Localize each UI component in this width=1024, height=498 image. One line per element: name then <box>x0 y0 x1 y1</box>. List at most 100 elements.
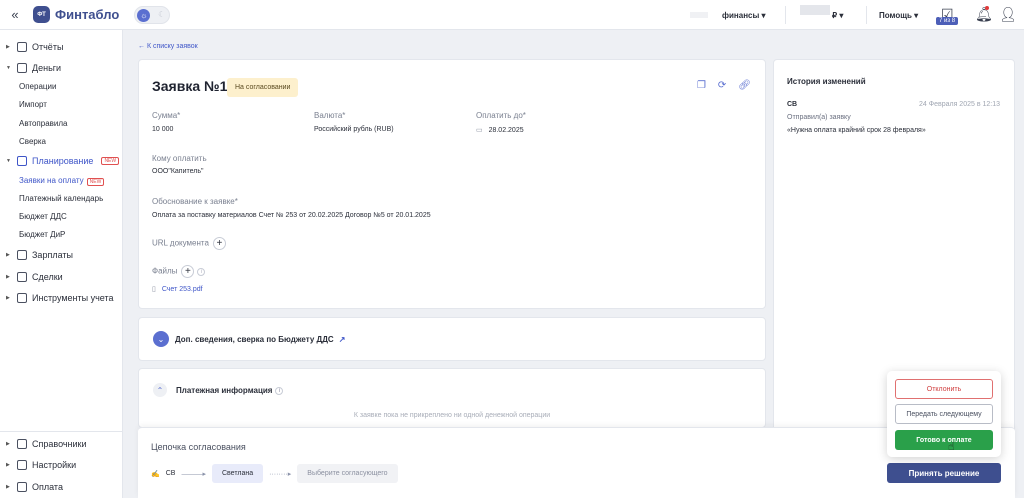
sidebar-item-tools[interactable]: ▶ Инструменты учета <box>6 293 114 303</box>
divider <box>785 6 786 24</box>
info-icon: i <box>275 386 284 395</box>
settings-icon <box>17 460 27 470</box>
sidebar-item-label: Отчёты <box>32 42 64 52</box>
finance-dropdown[interactable]: финансы ▾ <box>722 11 766 20</box>
sidebar-sub-import[interactable]: Импорт <box>19 100 47 109</box>
reason-value[interactable]: Оплата за поставку материалов Счет № 253… <box>152 212 431 219</box>
sidebar-item-label: Зарплаты <box>32 250 73 260</box>
chain-step-approver[interactable]: Светлана <box>211 464 264 483</box>
amount-label: Сумма* <box>152 111 181 120</box>
sidebar-sub-operations[interactable]: Операции <box>19 82 56 91</box>
reports-icon <box>17 42 27 52</box>
planning-icon <box>17 156 27 166</box>
currency-dropdown[interactable]: ₽ ▾ <box>832 11 843 20</box>
decision-menu: Отклонить Передать следующему Готово к о… <box>887 371 1001 457</box>
approval-chain-title: Цепочка согласования <box>151 442 246 452</box>
sidebar-sub-autorules[interactable]: Автоправила <box>19 119 68 128</box>
chevron-up-icon[interactable]: ⌃ <box>153 383 167 397</box>
deals-icon <box>17 272 27 282</box>
sidebar-sub-payment-calendar[interactable]: Платежный календарь <box>19 194 103 203</box>
theme-toggle[interactable]: ☼ ☾ <box>134 5 171 24</box>
hand-cursor-icon: ☝︎ <box>948 441 955 453</box>
payment-info-section: ⌃ Платежная информация i К заявке пока не… <box>138 368 766 428</box>
request-card: Заявка №1 На согласовании ❐ ⟳ 🔗︎ Сумма* … <box>138 59 766 309</box>
logo[interactable]: ФТ Финтабло <box>33 6 119 23</box>
payment-info-title: Платежная информация i <box>176 386 284 395</box>
sidebar-item-money[interactable]: ▼ Деньги <box>6 63 61 73</box>
payment-info-label: Платежная информация <box>176 386 273 395</box>
currency-label: Валюта* <box>314 111 346 120</box>
refresh-icon[interactable]: ⟳ <box>718 80 726 91</box>
sidebar-sub-payment-requests[interactable]: Заявки на оплату NEW <box>19 176 105 186</box>
directories-icon <box>17 439 27 449</box>
notification-dot <box>985 6 989 10</box>
reason-label: Обоснование к заявке* <box>152 197 238 206</box>
status-badge: На согласовании <box>227 78 299 97</box>
approval-chain-bar: Цепочка согласования ✍ СВ ———▸ Светлана … <box>138 427 1015 498</box>
payment-empty-text: К заявке пока не прикреплено ни одной де… <box>353 412 551 419</box>
currency-value[interactable]: Российский рубль (RUB) <box>314 126 394 133</box>
card-actions: ❐ ⟳ 🔗︎ <box>697 80 751 91</box>
external-link-icon[interactable]: ↗ <box>339 335 346 344</box>
extra-info-label: Доп. сведения, сверка по Бюджету ДДС <box>175 335 334 344</box>
sidebar-item-label: Планирование <box>32 156 94 166</box>
sidebar-item-label: Сделки <box>32 272 63 282</box>
user-icon[interactable]: 👤︎ <box>999 6 1017 23</box>
sidebar-sub-label: Заявки на оплату <box>19 176 84 185</box>
moon-icon: ☾ <box>158 9 166 19</box>
add-file-button[interactable]: + <box>181 265 195 278</box>
chevron-right-icon: ▶ <box>6 252 10 258</box>
back-to-list-link[interactable]: ← К списку заявок <box>138 43 198 50</box>
help-dropdown[interactable]: Помощь ▾ <box>879 11 918 20</box>
add-url-button[interactable]: + <box>212 237 226 250</box>
link-icon[interactable]: 🔗︎ <box>738 80 751 91</box>
sidebar-item-deals[interactable]: ▶ Сделки <box>6 272 63 282</box>
sidebar-sub-reconcile[interactable]: Сверка <box>19 137 46 146</box>
sidebar-sub-cashflow-budget[interactable]: Бюджет ДДС <box>19 212 67 221</box>
reject-button[interactable]: Отклонить <box>895 379 993 399</box>
sun-icon: ☼ <box>137 8 151 22</box>
copy-icon[interactable]: ❐ <box>697 80 706 91</box>
divider <box>0 431 123 432</box>
top-bar: « ФТ Финтабло ☼ ☾ <box>0 0 1024 30</box>
forward-button[interactable]: Передать следующему <box>895 404 993 424</box>
extra-info-section[interactable]: ⌄ Доп. сведения, сверка по Бюджету ДДС ↗ <box>138 317 766 361</box>
sidebar-sub-pl-budget[interactable]: Бюджет ДиР <box>19 230 65 239</box>
chevron-right-icon: ▶ <box>6 44 10 50</box>
pay-until-field[interactable]: ▭ 28.02.2025 <box>476 126 524 134</box>
sidebar-item-directories[interactable]: ▶ Справочники <box>6 439 87 449</box>
sidebar-item-settings[interactable]: ▶ Настройки <box>6 460 76 470</box>
sidebar-item-planning[interactable]: ▼ Планирование NEW <box>6 156 120 166</box>
payee-label: Кому оплатить <box>152 154 207 163</box>
signed-icon: ✍ <box>151 470 160 478</box>
sidebar-item-salaries[interactable]: ▶ Зарплаты <box>6 250 73 260</box>
files-label: Файлы <box>152 266 178 276</box>
approval-chain-steps: ✍ СВ ———▸ Светлана ········▸ Выберите со… <box>151 464 398 483</box>
collapse-sidebar-icon[interactable]: « <box>0 0 30 30</box>
payee-value[interactable]: ООО"Капитель" <box>152 168 204 175</box>
choose-approver-button[interactable]: Выберите согласующего <box>297 464 398 483</box>
info-icon: i <box>197 267 206 276</box>
chevron-down-icon: ▼ <box>6 65 11 71</box>
placeholder-block <box>800 5 830 15</box>
sidebar-item-label: Справочники <box>32 439 87 449</box>
file-link[interactable]: ▯ Счет 253.pdf <box>152 285 203 293</box>
sidebar-item-billing[interactable]: ▶ Оплата <box>6 482 63 492</box>
money-icon <box>17 63 27 73</box>
new-badge: NEW <box>101 157 120 165</box>
make-decision-button[interactable]: Принять решение <box>887 463 1001 483</box>
chevron-right-icon: ▶ <box>6 484 10 490</box>
sidebar: ▶ Отчёты ▼ Деньги Операции Импорт Автопр… <box>0 30 123 498</box>
sidebar-item-reports[interactable]: ▶ Отчёты <box>6 42 63 52</box>
salaries-icon <box>17 250 27 260</box>
billing-icon <box>17 482 27 492</box>
chevron-right-icon: ▶ <box>6 295 10 301</box>
chevron-right-icon: ▶ <box>6 462 10 468</box>
bell-icon[interactable]: 🔔︎ <box>975 6 993 23</box>
calendar-icon: ▭ <box>476 127 483 134</box>
amount-value[interactable]: 10 000 <box>152 126 173 133</box>
pay-until-value: 28.02.2025 <box>488 127 524 134</box>
new-badge: NEW <box>86 178 105 186</box>
chevron-down-icon[interactable]: ⌄ <box>153 331 169 347</box>
ready-to-pay-button[interactable]: Готово к оплате <box>895 430 993 450</box>
